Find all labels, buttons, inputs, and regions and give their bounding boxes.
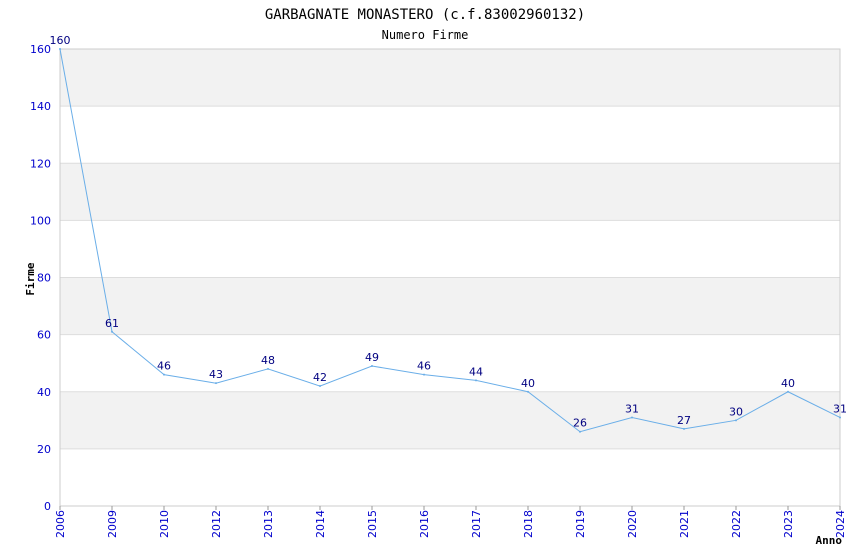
data-point bbox=[59, 48, 61, 50]
x-tick-label: 2021 bbox=[678, 510, 691, 538]
data-label: 26 bbox=[573, 417, 587, 430]
data-point bbox=[735, 419, 737, 422]
data-label: 61 bbox=[105, 317, 119, 330]
grid-band bbox=[60, 106, 840, 164]
y-tick-label: 40 bbox=[37, 386, 51, 399]
x-tick-label: 2013 bbox=[262, 510, 275, 538]
y-tick-label: 60 bbox=[37, 329, 51, 342]
x-tick-label: 2006 bbox=[54, 510, 67, 538]
data-label: 48 bbox=[261, 354, 275, 367]
y-axis-label: Firme bbox=[24, 262, 37, 295]
chart: GARBAGNATE MONASTERO (c.f.83002960132) N… bbox=[24, 7, 847, 547]
y-tick-label: 120 bbox=[30, 157, 51, 170]
y-tick-label: 20 bbox=[37, 443, 51, 456]
data-label: 27 bbox=[677, 414, 691, 427]
data-label: 40 bbox=[781, 377, 795, 390]
y-tick-label: 80 bbox=[37, 272, 51, 285]
x-tick-label: 2012 bbox=[210, 510, 223, 538]
data-point bbox=[787, 390, 789, 393]
data-label: 44 bbox=[469, 365, 483, 378]
data-point bbox=[163, 373, 165, 376]
y-tick-label: 140 bbox=[30, 100, 51, 113]
x-tick-label: 2014 bbox=[314, 510, 327, 538]
data-point bbox=[215, 382, 217, 385]
grid-band bbox=[60, 448, 840, 506]
x-tick-label: 2016 bbox=[418, 510, 431, 538]
data-point bbox=[319, 385, 321, 388]
x-tick-label: 2009 bbox=[106, 510, 119, 538]
data-point bbox=[267, 367, 269, 370]
data-point bbox=[527, 390, 529, 393]
chart-subtitle: Numero Firme bbox=[382, 28, 469, 42]
x-tick-label: 2017 bbox=[470, 510, 483, 538]
data-point bbox=[683, 427, 685, 430]
data-label: 42 bbox=[313, 371, 327, 384]
y-tick-label: 100 bbox=[30, 214, 51, 227]
x-tick-label: 2019 bbox=[574, 510, 587, 538]
data-label: 40 bbox=[521, 377, 535, 390]
data-point bbox=[475, 379, 477, 382]
x-tick-label: 2022 bbox=[730, 510, 743, 538]
grid-band bbox=[60, 334, 840, 392]
y-tick-label: 0 bbox=[44, 500, 51, 513]
data-point bbox=[579, 430, 581, 433]
grid-band bbox=[60, 391, 840, 449]
data-point bbox=[371, 365, 373, 368]
y-tick-label: 160 bbox=[30, 43, 51, 56]
grid-band bbox=[60, 49, 840, 107]
data-point bbox=[111, 330, 113, 333]
x-tick-label: 2010 bbox=[158, 510, 171, 538]
data-label: 30 bbox=[729, 405, 743, 418]
plot-area: 0 20 40 60 80 100 120 140 160 2006 2009 2010 2012 201… bbox=[30, 34, 847, 538]
data-point bbox=[423, 373, 425, 376]
grid-band bbox=[60, 163, 840, 221]
x-axis-label: Anno bbox=[816, 534, 843, 547]
data-label: 31 bbox=[833, 402, 847, 415]
x-tick-label: 2023 bbox=[782, 510, 795, 538]
data-label: 49 bbox=[365, 351, 379, 364]
data-label: 31 bbox=[625, 402, 639, 415]
chart-title: GARBAGNATE MONASTERO (c.f.83002960132) bbox=[265, 7, 585, 23]
data-label: 46 bbox=[417, 360, 431, 373]
x-tick-label: 2018 bbox=[522, 510, 535, 538]
data-label: 43 bbox=[209, 368, 223, 381]
grid-band bbox=[60, 220, 840, 278]
data-label: 46 bbox=[157, 360, 171, 373]
data-point bbox=[839, 416, 841, 419]
grid-band bbox=[60, 277, 840, 335]
x-tick-label: 2015 bbox=[366, 510, 379, 538]
data-label: 160 bbox=[50, 34, 71, 47]
x-tick-label: 2020 bbox=[626, 510, 639, 538]
data-point bbox=[631, 416, 633, 419]
